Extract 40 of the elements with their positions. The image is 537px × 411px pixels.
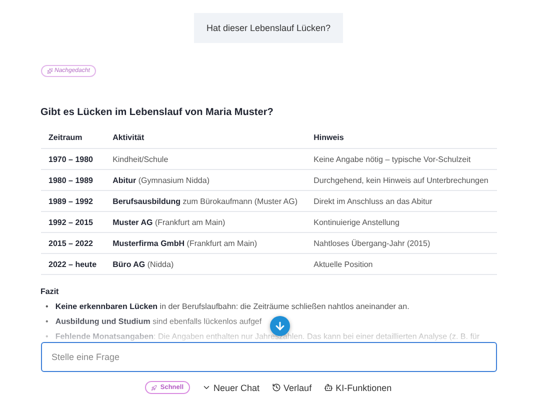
- ai-tools-button[interactable]: KI-Funktionen: [324, 382, 392, 392]
- table-cell: Büro AG (Nidda): [104, 254, 306, 274]
- table-cell: 1989 – 1992: [40, 190, 105, 212]
- column-header: Hinweis: [306, 127, 496, 148]
- table-cell: 1992 – 2015: [40, 212, 105, 232]
- bullet-marker: •: [46, 302, 48, 313]
- bullet-marker: •: [46, 332, 48, 342]
- summary-item: Ausbildung und Studium sind ebenfalls lückenlos aufgef: [55, 316, 262, 328]
- question-bubble: Hat dieser Lebenslauf Lücken?: [194, 13, 343, 43]
- table-cell: Musterfirma GmbH (Frankfurt am Main): [104, 232, 306, 254]
- table-cell: 2022 – heute: [40, 254, 105, 274]
- table-cell: Berufsausbildung zum Bürokaufmann (Muster AG): [104, 190, 306, 212]
- table-cell: Durchgehend, kein Hinweis auf Unterbrechungen: [306, 170, 496, 190]
- table-cell: Muster AG (Frankfurt am Main): [104, 212, 306, 232]
- arrow-down-icon: [274, 320, 286, 332]
- table-cell: 1980 – 1989: [40, 170, 105, 190]
- bullet-marker: •: [46, 316, 48, 328]
- table-cell: Nahtloses Übergang-Jahr (2015): [306, 232, 496, 254]
- summary-title: Fazit: [40, 287, 60, 296]
- table-cell: Kontinuierige Anstellung: [306, 212, 496, 232]
- summary-item: Keine erkennbaren Lücken in der Berufslaufbahn: die Zeiträume schließen nahtlos aneinander an.: [55, 301, 410, 313]
- table-cell: 2015 – 2022: [40, 232, 105, 254]
- table-cell: Aktuelle Position: [306, 254, 496, 274]
- robot-icon: [324, 383, 333, 392]
- history-icon: [272, 383, 281, 392]
- summary-item: Fehlende Monatsangaben: Die Angaben enthalten nur Jahreszahlen. Das kann bei einer detaillierten Analyse (z. B. für: [55, 330, 480, 343]
- rocket-icon: [151, 384, 158, 390]
- table-cell: Kindheit/Schule: [104, 148, 306, 170]
- sparkle-icon: [46, 68, 52, 74]
- answer-heading: Gibt es Lücken im Lebenslauf von Maria Muster?: [40, 107, 274, 118]
- history-button[interactable]: Verlauf: [272, 382, 312, 392]
- column-header: Zeitraum: [40, 127, 105, 148]
- table-cell: Direkt im Anschluss an das Abitur: [306, 190, 496, 212]
- new-chat-button[interactable]: Neuer Chat: [202, 382, 260, 392]
- table-cell: Keine Angabe nötig – typische Vor-Schulzeit: [306, 148, 496, 170]
- question-input[interactable]: Stelle eine Frage: [40, 342, 496, 372]
- chevron-down-icon: [202, 383, 211, 392]
- column-header: Aktivität: [104, 127, 306, 148]
- table-cell: Abitur (Gymnasium Nidda): [104, 170, 306, 190]
- table-cell: 1970 – 1980: [40, 148, 105, 170]
